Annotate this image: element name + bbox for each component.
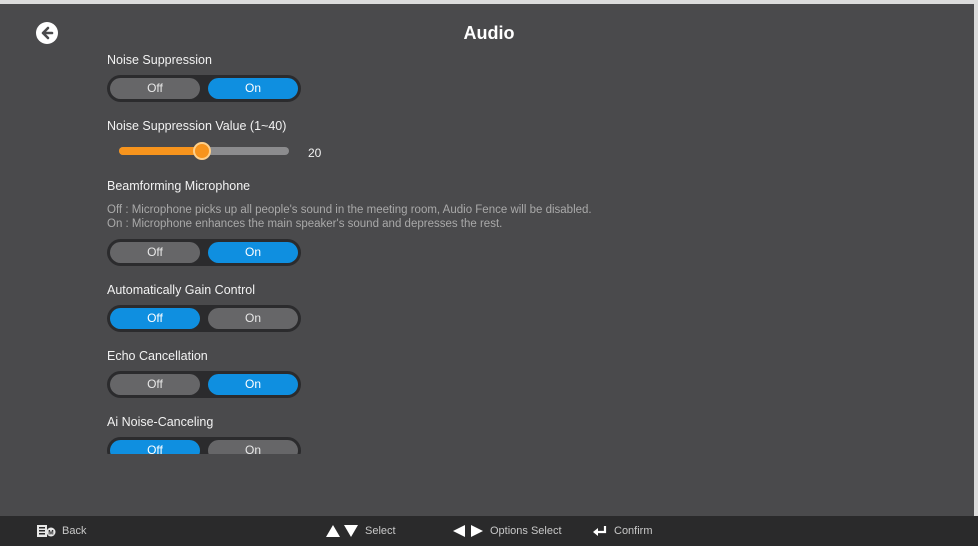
ai-noise-canceling-label: Ai Noise-Canceling [107, 415, 214, 429]
footer-back-label: Back [62, 525, 87, 537]
beamforming-microphone-toggle[interactable]: Off On [107, 239, 301, 266]
beamforming-on-description: On : Microphone enhances the main speake… [107, 218, 503, 230]
footer-options-select-label: Options Select [490, 525, 562, 537]
beamforming-on-option[interactable]: On [208, 242, 298, 263]
gain-control-on-option[interactable]: On [208, 308, 298, 329]
slider-fill [119, 147, 202, 155]
noise-suppression-toggle[interactable]: Off On [107, 75, 301, 102]
beamforming-off-description: Off : Microphone picks up all people's s… [107, 204, 592, 216]
menu-key-icon: M [37, 525, 56, 537]
beamforming-microphone-label: Beamforming Microphone [107, 179, 251, 193]
echo-cancellation-on-option[interactable]: On [208, 374, 298, 395]
gain-control-label: Automatically Gain Control [107, 283, 255, 297]
page-title: Audio [463, 23, 515, 43]
noise-suppression-on-option[interactable]: On [208, 78, 298, 99]
gain-control-off-option[interactable]: Off [110, 308, 200, 329]
svg-text:M: M [48, 530, 53, 537]
footer-select: Select [325, 516, 396, 546]
echo-cancellation-label: Echo Cancellation [107, 349, 208, 363]
beamforming-off-option[interactable]: Off [110, 242, 200, 263]
footer-back[interactable]: M Back [36, 516, 86, 546]
noise-suppression-value-label: Noise Suppression Value (1~40) [107, 119, 287, 133]
footer-select-label: Select [365, 525, 396, 537]
noise-suppression-off-option[interactable]: Off [110, 78, 200, 99]
slider-value: 20 [308, 146, 322, 160]
gain-control-toggle[interactable]: Off On [107, 305, 301, 332]
footer-confirm-label: Confirm [614, 525, 653, 537]
footer-hint-bar: M Back Select Options Select Confirm [0, 516, 978, 546]
ai-noise-canceling-off-option[interactable]: Off [110, 440, 200, 454]
left-right-arrows-icon [453, 525, 483, 537]
settings-list[interactable]: Noise Suppression Off On Noise Suppressi… [107, 46, 747, 454]
slider-thumb[interactable] [192, 142, 211, 160]
footer-options-select: Options Select [452, 516, 562, 546]
footer-confirm: Confirm [592, 516, 653, 546]
ai-noise-canceling-on-option[interactable]: On [208, 440, 298, 454]
up-down-arrows-icon [326, 525, 358, 537]
echo-cancellation-off-option[interactable]: Off [110, 374, 200, 395]
noise-suppression-label: Noise Suppression [107, 53, 212, 67]
settings-screen: Audio Noise Suppression Off On Noise Sup… [0, 0, 978, 546]
echo-cancellation-toggle[interactable]: Off On [107, 371, 301, 398]
ai-noise-canceling-toggle[interactable]: Off On [107, 437, 301, 454]
enter-key-icon [593, 526, 607, 536]
